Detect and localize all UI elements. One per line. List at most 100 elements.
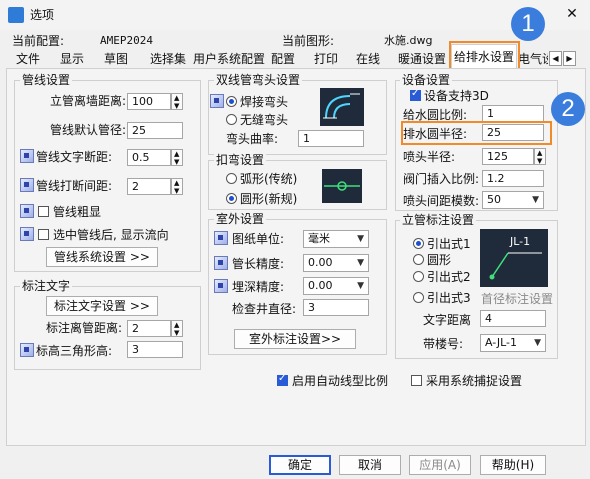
break-spacing-spinner[interactable]: ▲ ▼ [171,178,183,195]
riser-circle-radio[interactable] [413,254,424,265]
cancel-button[interactable]: 取消 [339,455,401,475]
manhole-diameter-input[interactable]: 3 [303,299,369,316]
burial-depth-precision-icon [214,279,228,293]
bold-display-checkbox[interactable] [38,206,49,217]
double-elbow-title: 双线管弯头设置 [214,73,303,87]
riser-leader1-radio[interactable] [413,238,424,249]
bend-arc-radio[interactable] [226,173,237,184]
bend-settings-title: 扣弯设置 [214,153,267,167]
tab-display[interactable]: 显示 [56,50,88,68]
building-number-label: 带楼号: [423,337,464,351]
outdoor-annotation-settings-button[interactable]: 室外标注设置>> [234,329,356,349]
head-annotation-settings-button[interactable]: 首径标注设置 [481,291,553,307]
building-number-select[interactable]: A-JL-1 ▼ [480,334,546,352]
text-break-spinner[interactable]: ▲ ▼ [171,149,183,166]
text-distance-input[interactable]: 4 [480,310,546,327]
default-diameter-input[interactable]: 25 [127,122,183,139]
riser-leader3-radio[interactable] [413,292,424,303]
tab-profile[interactable]: 配置 [267,50,299,68]
tab-print[interactable]: 打印 [310,50,342,68]
annotation-text-settings-button[interactable]: 标注文字设置 >> [46,296,158,316]
chevron-down-icon: ▼ [357,234,364,244]
seamless-elbow-label: 无缝弯头 [240,113,289,127]
break-spacing-label: 管线打断间距: [36,179,113,193]
tab-electrical[interactable]: 电气设 [518,50,548,68]
apply-button[interactable]: 应用(A) [409,455,471,475]
annotation-offset-spinner[interactable]: ▲ ▼ [171,320,183,337]
tab-scroll-left[interactable]: ◀ [549,51,562,66]
bend-preview-image [322,169,362,203]
riser-leader3-label: 引出式3 [427,291,471,305]
current-config-value: AMEP2024 [100,34,153,47]
weld-elbow-radio[interactable] [226,96,237,107]
pipe-system-settings-button[interactable]: 管线系统设置 >> [46,247,158,267]
current-config-label: 当前配置: [12,34,65,48]
tab-scroll-right[interactable]: ▶ [563,51,576,66]
step-badge-1: 1 [511,7,545,41]
text-break-label: 管线文字断距: [36,150,113,164]
pipe-length-precision-icon [214,256,228,270]
wall-distance-spinner[interactable]: ▲ ▼ [171,93,183,110]
annotation-text-title: 标注文字 [20,279,73,293]
text-distance-label: 文字距离 [423,313,472,327]
annotation-offset-input[interactable]: 2 [127,320,171,337]
tab-online[interactable]: 在线 [352,50,384,68]
tab-hvac[interactable]: 暖通设置 [394,50,450,68]
spray-radius-spinner[interactable]: ▲ ▼ [534,148,546,165]
building-number-value: A-JL-1 [485,336,518,349]
auto-linetype-checkbox[interactable] [277,373,288,386]
close-icon[interactable]: ✕ [562,4,582,24]
riser-leader2-radio[interactable] [413,271,424,282]
flow-direction-checkbox[interactable] [38,229,49,240]
current-drawing-label: 当前图形: [282,34,335,48]
riser-leader1-label: 引出式1 [427,237,471,251]
tab-file[interactable]: 文件 [12,50,44,68]
flow-direction-label: 选中管线后, 显示流向 [53,228,169,242]
riser-leader2-label: 引出式2 [427,270,471,284]
burial-depth-precision-label: 埋深精度: [232,280,285,294]
system-snap-checkbox[interactable] [411,375,422,386]
title-bar: 选项 ✕ [0,0,590,30]
riser-annotation-title: 立管标注设置 [400,213,477,227]
ok-button[interactable]: 确定 [269,455,331,475]
water-circle-ratio-input[interactable]: 1 [482,105,544,122]
support-3d-checkbox[interactable] [410,88,421,101]
spray-radius-input[interactable]: 125 [482,148,534,165]
text-break-input[interactable]: 0.5 [127,149,171,166]
drawing-unit-icon [214,231,228,245]
bold-display-label: 管线粗显 [53,205,102,219]
burial-depth-precision-select[interactable]: 0.00 ▼ [303,277,369,295]
flow-direction-icon [20,227,34,241]
bend-circle-radio[interactable] [226,193,237,204]
seamless-elbow-radio[interactable] [226,114,237,125]
pipe-length-precision-value: 0.00 [308,256,333,269]
annotation-offset-label: 标注离管距离: [46,321,123,335]
triangle-height-input[interactable]: 3 [127,341,183,358]
spray-spacing-select[interactable]: 50 ▼ [482,191,544,209]
pipe-length-precision-select[interactable]: 0.00 ▼ [303,254,369,272]
spray-spacing-value: 50 [487,193,501,206]
help-button[interactable]: 帮助(H) [480,455,546,475]
manhole-diameter-label: 检查井直径: [232,302,297,316]
triangle-height-label: 标高三角形高: [36,344,113,358]
elbow-preview-drawing [323,93,360,119]
auto-linetype-label: 启用自动线型比例 [292,374,389,388]
device-settings-title: 设备设置 [400,73,453,87]
chevron-down-icon: ▼ [534,338,541,348]
drawing-unit-label: 图纸单位: [232,232,285,246]
valve-insert-ratio-label: 阀门插入比例: [403,172,480,186]
support-3d-label: 设备支持3D [424,89,489,103]
text-break-icon [20,149,34,163]
bend-circle-label: 圆形(新规) [240,192,298,206]
tab-user-system[interactable]: 用户系统配置 [193,50,265,68]
wall-distance-input[interactable]: 100 [127,93,171,110]
spray-spacing-label: 喷头间距模数: [403,194,480,208]
tab-selection[interactable]: 选择集 [146,50,190,68]
drawing-unit-select[interactable]: 毫米 ▼ [303,230,369,248]
elbow-curvature-input[interactable]: 1 [298,130,364,147]
current-drawing-value: 水施.dwg [384,34,433,47]
valve-insert-ratio-input[interactable]: 1.2 [482,170,544,187]
tab-sketch[interactable]: 草图 [100,50,132,68]
weld-elbow-icon [210,94,224,108]
break-spacing-input[interactable]: 2 [127,178,171,195]
